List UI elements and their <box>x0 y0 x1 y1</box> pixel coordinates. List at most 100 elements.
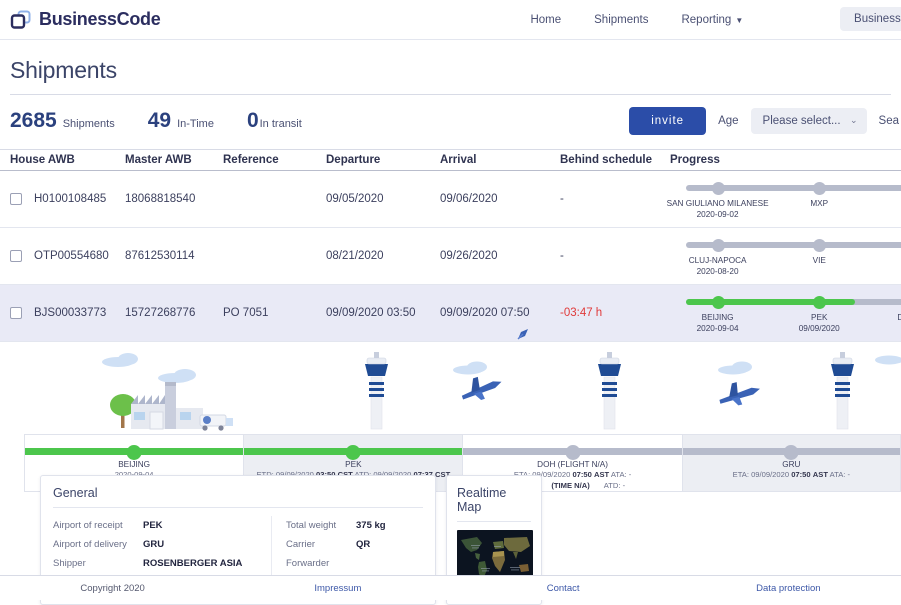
journey-segment-gru[interactable]: GRU ETA: 09/09/2020 07:50 AST ATA: - <box>681 434 901 492</box>
general-row: Forwarder <box>286 554 423 573</box>
control-tower-icon <box>365 352 388 430</box>
footer-link-data-protection[interactable]: Data protection <box>676 583 901 594</box>
progress-stop-sub: 2020-09-02 <box>696 209 739 219</box>
stat-in-transit: 0 In transit <box>247 109 302 133</box>
general-row: Airport of receipt PEK <box>53 516 271 535</box>
user-account-chip[interactable]: BusinessC <box>840 7 901 31</box>
house-awb-value: BJS00033773 <box>34 307 107 319</box>
column-header-reference[interactable]: Reference <box>223 154 326 166</box>
progress-stop-label: DOH ( <box>897 313 901 324</box>
column-header-progress[interactable]: Progress <box>670 154 901 166</box>
house-awb-value: H0100108485 <box>34 193 107 205</box>
airplane-icon <box>461 376 502 400</box>
footer-copyright: Copyright 2020 <box>80 582 145 594</box>
footer: Copyright 2020 Impressum Contact Data pr… <box>0 575 901 600</box>
column-header-behind-schedule[interactable]: Behind schedule <box>560 154 670 166</box>
cell-house-awb: BJS00033773 <box>0 307 125 319</box>
footer-link-contact[interactable]: Contact <box>451 583 676 594</box>
age-filter-value: Please select... <box>762 115 841 127</box>
nav-link-shipments-label: Shipments <box>594 13 649 26</box>
overlapping-squares-logo-icon <box>10 10 32 30</box>
cell-progress: CLUJ-NAPOCA 2020-08-20 VIE <box>670 235 901 277</box>
invite-button[interactable]: invite <box>629 107 707 135</box>
search-label[interactable]: Sea <box>879 115 899 127</box>
truck-icon <box>199 414 233 431</box>
journey-segment-sub: ETA: 09/09/2020 07:50 AST ATA: - <box>683 470 900 481</box>
nav-link-home-label: Home <box>530 13 562 26</box>
progress-stop-label: CLUJ-NAPOCA 2020-08-20 <box>689 256 747 277</box>
column-header-arrival[interactable]: Arrival <box>440 154 560 166</box>
stat-shipments: 2685 Shipments <box>10 109 115 133</box>
progress-stop-dot <box>711 295 725 309</box>
table-row[interactable]: H0100108485 18068818540 09/05/2020 09/06… <box>0 171 901 228</box>
column-header-house-awb[interactable]: House AWB <box>0 154 125 166</box>
progress-stop-label: PEK 09/09/2020 <box>799 313 840 334</box>
journey-timeline: BEIJING 2020-09-04 PEK ETD: 09/09/2020 0… <box>0 342 901 492</box>
age-filter-label: Age <box>718 115 739 127</box>
general-value: GRU <box>143 539 165 550</box>
progress-stop-dot <box>813 295 827 309</box>
cell-progress: BEIJING 2020-09-04 PEK 09/09/2020 DOH ( <box>670 292 901 334</box>
progress-stop-name: PEK <box>811 313 828 322</box>
nav-link-shipments[interactable]: Shipments <box>594 14 648 26</box>
eta-time: 07:50 <box>791 470 811 479</box>
general-value: 375 kg <box>356 520 386 531</box>
cell-behind-schedule: - <box>560 250 564 262</box>
row-checkbox[interactable] <box>10 307 22 319</box>
general-row: Airport of delivery GRU <box>53 535 271 554</box>
eta-label: ETA: 09/09/2020 <box>732 470 790 479</box>
progress-stop-sub: 09/09/2020 <box>798 323 840 333</box>
ata-label: ATA: - <box>610 470 632 479</box>
journey-segment-dot <box>565 444 581 460</box>
atd-label: ATD: - <box>603 480 626 490</box>
chevron-down-icon: ⌄ <box>849 114 858 125</box>
progress-stop-dot <box>711 238 725 252</box>
house-awb-value: OTP00554680 <box>34 250 109 262</box>
stats-and-filters-bar: 2685 Shipments 49 In-Time 0 In transit i… <box>0 95 901 149</box>
cloud-icon <box>102 353 901 383</box>
progress-track-mini: SAN GIULIANO MILANESE 2020-09-02 MXP <box>667 180 901 220</box>
general-value: QR <box>356 539 371 550</box>
progress-stop-name: BEIJING <box>701 313 734 322</box>
general-row: Carrier QR <box>286 535 423 554</box>
journey-scene-svg <box>102 352 901 431</box>
cell-progress: SAN GIULIANO MILANESE 2020-09-02 MXP <box>667 178 901 220</box>
stat-in-transit-number: 0 <box>246 109 259 132</box>
cell-departure: 09/09/2020 03:50 <box>326 307 416 319</box>
journey-segment-name: PEK <box>345 460 362 469</box>
cell-departure: 08/21/2020 <box>326 250 384 262</box>
general-key: Airport of delivery <box>53 539 127 550</box>
cell-arrival: 09/26/2020 <box>440 250 498 262</box>
footer-link-impressum[interactable]: Impressum <box>225 583 450 594</box>
stat-in-time-number: 49 <box>147 109 172 132</box>
progress-stop-dot <box>813 181 827 195</box>
mouse-pointer-cursor-icon <box>515 326 531 342</box>
journey-segment-dot <box>783 444 799 460</box>
factory-icon <box>131 382 203 430</box>
cell-departure: 09/05/2020 <box>326 193 384 205</box>
realtime-map-title: Realtime Map <box>457 486 507 514</box>
nav-link-reporting[interactable]: Reporting ▼ <box>681 14 743 26</box>
column-header-master-awb[interactable]: Master AWB <box>125 154 223 166</box>
brand[interactable]: BusinessCode <box>10 9 161 30</box>
stat-in-transit-label: In transit <box>259 118 302 130</box>
table-row[interactable]: BJS00033773 15727268776 PO 7051 09/09/20… <box>0 285 901 342</box>
etd-time: (TIME N/A) <box>551 480 590 490</box>
stat-in-time: 49 In-Time <box>148 109 214 133</box>
progress-stop-label: BEIJING 2020-09-04 <box>697 313 739 334</box>
nav-link-reporting-label: Reporting <box>681 13 732 26</box>
top-navigation-bar: BusinessCode Home Shipments Reporting ▼ B… <box>0 0 901 40</box>
age-filter-select[interactable]: Please select... ⌄ <box>750 108 867 134</box>
general-key: Airport of receipt <box>53 520 123 531</box>
column-header-departure[interactable]: Departure <box>326 154 440 166</box>
row-checkbox[interactable] <box>10 193 22 205</box>
general-card-divider <box>53 507 423 508</box>
airplane-icon <box>719 382 760 406</box>
cell-behind-schedule: -03:47 h <box>560 307 603 319</box>
general-row: Total weight 375 kg <box>286 516 423 535</box>
row-checkbox[interactable] <box>10 250 22 262</box>
nav-link-home[interactable]: Home <box>530 14 561 26</box>
progress-stop-name: CLUJ-NAPOCA <box>688 256 747 265</box>
table-row[interactable]: OTP00554680 87612530114 08/21/2020 09/26… <box>0 228 901 285</box>
ata-label: ATA: - <box>829 470 851 479</box>
